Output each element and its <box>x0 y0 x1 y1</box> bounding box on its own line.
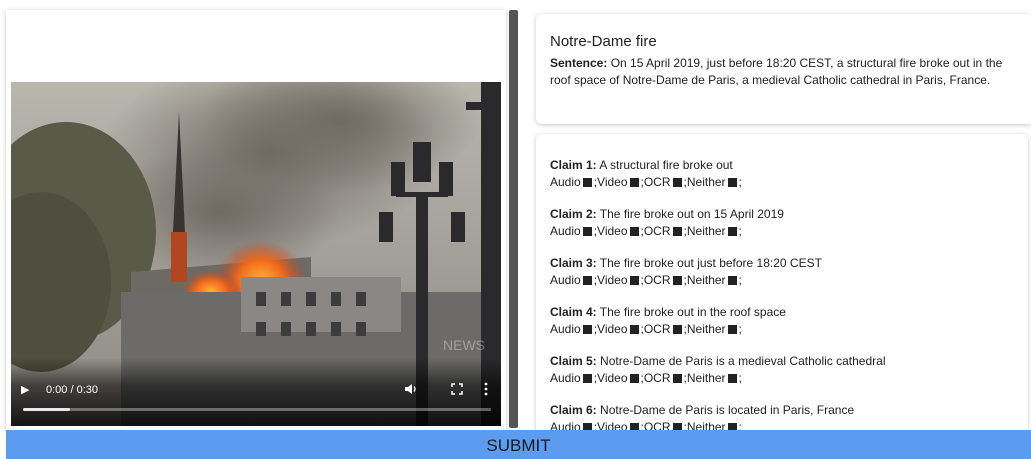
fullscreen-icon[interactable] <box>451 383 463 395</box>
option-label-ocr: ;OCR <box>640 371 671 385</box>
checkbox-video[interactable] <box>629 276 639 285</box>
claim-label: Claim 5: <box>550 354 597 368</box>
video-controls: ▶ 0:00 / 0:30 <box>11 358 501 426</box>
checkbox-audio[interactable] <box>582 325 592 334</box>
claim-label: Claim 6: <box>550 403 597 417</box>
claim-body: The fire broke out just before 18:20 CES… <box>596 256 822 270</box>
checkbox-audio[interactable] <box>582 227 592 236</box>
option-label-video: ;Video <box>593 322 628 336</box>
option-label-video: ;Video <box>593 175 628 189</box>
option-end: ; <box>738 371 742 385</box>
checkbox-neither[interactable] <box>727 374 737 383</box>
page: NEWS ▶ 0:00 / 0:30 Notre-Dame fire Sente… <box>0 0 1031 459</box>
claim-body: The fire broke out on 15 April 2019 <box>596 207 784 221</box>
option-label-neither: ;Neither <box>683 371 726 385</box>
claim-options: Audio ;Video ;OCR ;Neither; <box>550 321 1014 338</box>
claim-body: The fire broke out in the roof space <box>596 305 786 319</box>
claim-item: Claim 4: The fire broke out in the roof … <box>550 304 1014 338</box>
checkbox-ocr[interactable] <box>672 325 682 334</box>
volume-icon[interactable] <box>404 382 418 396</box>
checkbox-video[interactable] <box>629 374 639 383</box>
option-label-video: ;Video <box>593 371 628 385</box>
claim-text: Claim 2: The fire broke out on 15 April … <box>550 206 1014 223</box>
sentence-label: Sentence: <box>550 56 608 70</box>
claim-item: Claim 6: Notre-Dame de Paris is located … <box>550 402 1014 431</box>
claim-options: Audio ;Video ;OCR ;Neither; <box>550 370 1014 387</box>
claim-label: Claim 3: <box>550 256 597 270</box>
claim-label: Claim 1: <box>550 158 597 172</box>
claim-body: Notre-Dame de Paris is located in Paris,… <box>596 403 855 417</box>
sentence-text: Sentence: On 15 April 2019, just before … <box>550 55 1017 89</box>
claim-body: Notre-Dame de Paris is a medieval Cathol… <box>596 354 886 368</box>
option-label-ocr: ;OCR <box>640 322 671 336</box>
option-label-neither: ;Neither <box>683 175 726 189</box>
option-label-neither: ;Neither <box>683 322 726 336</box>
submit-button[interactable]: SUBMIT <box>6 430 1031 459</box>
video-time: 0:00 / 0:30 <box>46 384 98 396</box>
play-icon[interactable]: ▶ <box>21 383 35 397</box>
claim-label: Claim 2: <box>550 207 597 221</box>
claim-text: Claim 5: Notre-Dame de Paris is a mediev… <box>550 353 1014 370</box>
scrollbar-thumb[interactable] <box>509 10 518 428</box>
checkbox-ocr[interactable] <box>672 227 682 236</box>
claim-item: Claim 3: The fire broke out just before … <box>550 255 1014 289</box>
checkbox-ocr[interactable] <box>672 178 682 187</box>
checkbox-audio[interactable] <box>582 374 592 383</box>
claim-item: Claim 5: Notre-Dame de Paris is a mediev… <box>550 353 1014 387</box>
option-label-ocr: ;OCR <box>640 273 671 287</box>
option-label-audio: Audio <box>550 273 581 287</box>
sentence-card: Notre-Dame fire Sentence: On 15 April 20… <box>536 14 1031 124</box>
claim-options: Audio ;Video ;OCR ;Neither; <box>550 272 1014 289</box>
option-label-ocr: ;OCR <box>640 224 671 238</box>
claim-text: Claim 4: The fire broke out in the roof … <box>550 304 1014 321</box>
checkbox-neither[interactable] <box>727 178 737 187</box>
video-watermark: NEWS <box>443 337 485 353</box>
claim-label: Claim 4: <box>550 305 597 319</box>
option-label-video: ;Video <box>593 224 628 238</box>
claim-text: Claim 3: The fire broke out just before … <box>550 255 1014 272</box>
checkbox-ocr[interactable] <box>672 374 682 383</box>
more-options-icon[interactable] <box>483 381 489 397</box>
video-player[interactable]: NEWS ▶ 0:00 / 0:30 <box>11 82 501 426</box>
option-label-audio: Audio <box>550 224 581 238</box>
checkbox-neither[interactable] <box>727 227 737 236</box>
video-progress-fill <box>23 408 70 411</box>
option-label-audio: Audio <box>550 371 581 385</box>
video-panel: NEWS ▶ 0:00 / 0:30 <box>6 10 506 430</box>
topic-title: Notre-Dame fire <box>550 33 657 50</box>
option-label-neither: ;Neither <box>683 224 726 238</box>
checkbox-neither[interactable] <box>727 276 737 285</box>
option-end: ; <box>738 273 742 287</box>
checkbox-video[interactable] <box>629 227 639 236</box>
claim-options: Audio ;Video ;OCR ;Neither; <box>550 174 1014 191</box>
option-label-audio: Audio <box>550 175 581 189</box>
claim-item: Claim 1: A structural fire broke out Audi… <box>550 157 1014 191</box>
checkbox-neither[interactable] <box>727 325 737 334</box>
claim-body: A structural fire broke out <box>596 158 733 172</box>
option-label-audio: Audio <box>550 322 581 336</box>
option-end: ; <box>738 175 742 189</box>
option-end: ; <box>738 322 742 336</box>
checkbox-video[interactable] <box>629 178 639 187</box>
claim-text: Claim 6: Notre-Dame de Paris is located … <box>550 402 1014 419</box>
checkbox-audio[interactable] <box>582 276 592 285</box>
option-label-neither: ;Neither <box>683 273 726 287</box>
claims-list: Claim 1: A structural fire broke out Audi… <box>536 134 1028 431</box>
option-label-video: ;Video <box>593 273 628 287</box>
video-progress-bar[interactable] <box>23 408 491 411</box>
checkbox-audio[interactable] <box>582 178 592 187</box>
option-end: ; <box>738 224 742 238</box>
checkbox-video[interactable] <box>629 325 639 334</box>
sentence-body: On 15 April 2019, just before 18:20 CEST… <box>550 56 1003 87</box>
option-label-ocr: ;OCR <box>640 175 671 189</box>
checkbox-ocr[interactable] <box>672 276 682 285</box>
claim-text: Claim 1: A structural fire broke out <box>550 157 1014 174</box>
claim-item: Claim 2: The fire broke out on 15 April … <box>550 206 1014 240</box>
claim-options: Audio ;Video ;OCR ;Neither; <box>550 223 1014 240</box>
